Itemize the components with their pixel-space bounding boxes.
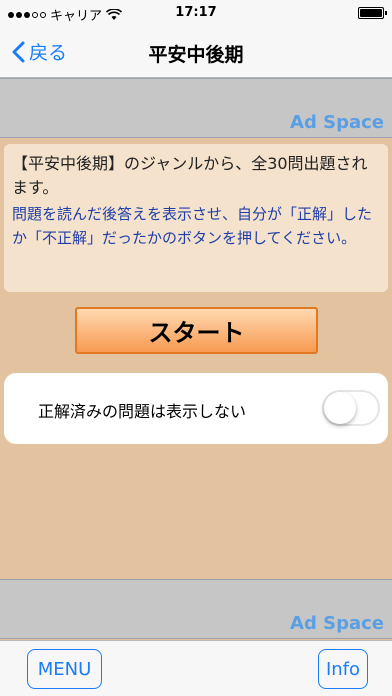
hide-answered-toggle[interactable] bbox=[322, 390, 380, 426]
setting-label: 正解済みの問題は表示しない bbox=[38, 402, 247, 421]
info-button[interactable]: Info bbox=[318, 649, 368, 689]
bottom-ad-space[interactable]: Ad Space bbox=[0, 579, 392, 639]
info-panel: 【平安中後期】のジャンルから、全30問出題されます。 問題を読んだ後答えを表示さ… bbox=[4, 144, 388, 292]
battery-fill bbox=[360, 9, 382, 17]
status-bar: キャリア 17:17 bbox=[0, 0, 392, 26]
info-instruction-text: 問題を読んだ後答えを表示させ、自分が「正解」したか「不正解」だったかのボタンを押… bbox=[12, 205, 373, 247]
bottom-toolbar: MENU Info bbox=[0, 640, 392, 696]
hide-answered-setting-row: 正解済みの問題は表示しない bbox=[4, 373, 388, 444]
start-button[interactable]: スタート bbox=[75, 307, 318, 354]
battery-icon bbox=[358, 7, 387, 19]
page-title: 平安中後期 bbox=[148, 44, 244, 66]
navigation-bar: 戻る 平安中後期 bbox=[0, 26, 392, 78]
status-time: 17:17 bbox=[175, 5, 217, 20]
ad-label: Ad Space bbox=[290, 613, 384, 634]
toggle-knob bbox=[324, 392, 356, 424]
ad-label: Ad Space bbox=[290, 112, 384, 133]
menu-button[interactable]: MENU bbox=[27, 649, 102, 689]
info-main-text: 【平安中後期】のジャンルから、全30問出題されます。 bbox=[12, 154, 368, 197]
top-ad-space[interactable]: Ad Space bbox=[0, 78, 392, 138]
